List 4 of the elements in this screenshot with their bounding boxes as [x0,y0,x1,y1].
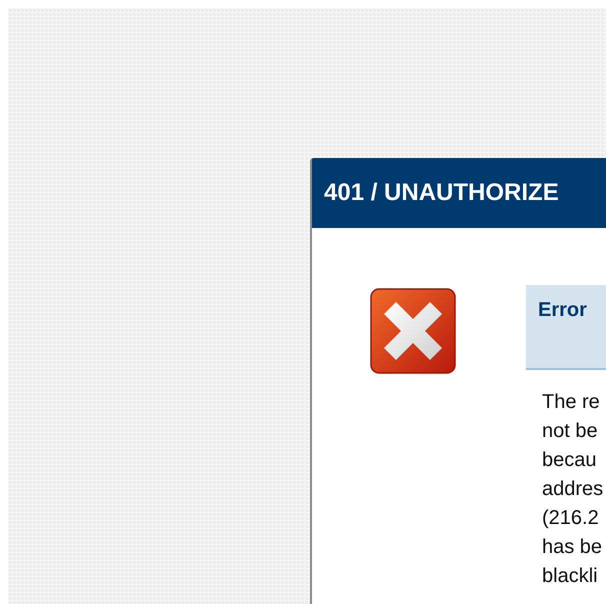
dialog-title: 401 / UNAUTHORIZE [324,179,559,207]
error-x-icon [370,288,458,376]
error-heading: Error [538,299,587,321]
error-message: The re not be becau addres (216.2 has be blackli [542,390,604,589]
